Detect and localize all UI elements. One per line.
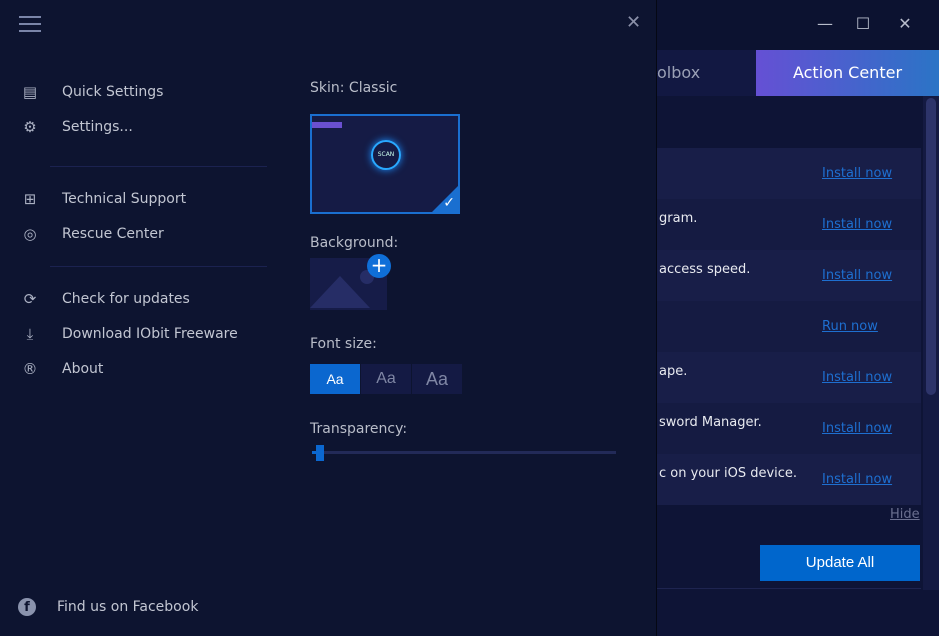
- row-action-link[interactable]: Install now: [822, 166, 892, 181]
- transparency-slider[interactable]: [312, 451, 616, 454]
- update-all-button[interactable]: Update All: [760, 545, 920, 581]
- row-action-link[interactable]: Install now: [822, 268, 892, 283]
- hamburger-menu-icon[interactable]: [19, 16, 41, 32]
- menu-item-download-freeware[interactable]: ⤓ Download IObit Freeware: [20, 322, 238, 346]
- menu-item-label: Quick Settings: [62, 84, 164, 100]
- close-menu-button[interactable]: ✕: [626, 12, 641, 33]
- facebook-link[interactable]: f Find us on Facebook: [18, 598, 198, 616]
- skin-label: Skin: Classic: [310, 80, 398, 96]
- divider: [50, 266, 267, 267]
- divider: [657, 588, 921, 589]
- action-row: gram. Install now: [657, 199, 921, 250]
- action-row: Run now: [657, 301, 921, 352]
- title-bar: — ☐ ✕: [657, 0, 939, 50]
- lifebuoy-icon: ◎: [23, 225, 37, 243]
- refresh-icon: ⟳: [23, 290, 37, 308]
- hide-link[interactable]: Hide: [890, 507, 920, 522]
- facebook-label: Find us on Facebook: [57, 599, 199, 615]
- menu-item-settings[interactable]: ⚙ Settings...: [20, 115, 133, 139]
- action-row: c on your iOS device. Install now: [657, 454, 921, 505]
- menu-item-quick-settings[interactable]: ▤ Quick Settings: [20, 80, 164, 104]
- menu-item-label: Rescue Center: [62, 226, 164, 242]
- font-size-small[interactable]: Aa: [310, 364, 360, 394]
- row-description: ape.: [659, 364, 688, 379]
- background-label: Background:: [310, 235, 399, 251]
- menu-item-label: Settings...: [62, 119, 133, 135]
- divider: [50, 166, 267, 167]
- action-row: Install now: [657, 148, 921, 199]
- row-description: gram.: [659, 211, 698, 226]
- action-row: ape. Install now: [657, 352, 921, 403]
- tab-bar: olbox Action Center: [657, 50, 939, 96]
- toggle-icon: ▤: [22, 83, 38, 101]
- thumbnail-tab: [312, 122, 342, 128]
- minimize-button[interactable]: —: [815, 14, 835, 34]
- facebook-icon: f: [18, 598, 36, 616]
- background-window: — ☐ ✕ olbox Action Center Install now gra…: [657, 0, 939, 636]
- main-menu-panel: ✕ ▤ Quick Settings ⚙ Settings... ⊞ Technica…: [0, 0, 657, 636]
- font-size-label: Font size:: [310, 336, 377, 352]
- menu-item-check-updates[interactable]: ⟳ Check for updates: [20, 287, 190, 311]
- download-icon: ⤓: [26, 325, 34, 343]
- font-size-medium[interactable]: Aa: [361, 364, 411, 394]
- menu-item-label: Technical Support: [62, 191, 187, 207]
- row-description: c on your iOS device.: [659, 466, 798, 481]
- row-action-link[interactable]: Run now: [822, 319, 878, 334]
- checkmark-icon: ✓: [443, 195, 455, 211]
- registered-icon: ®: [22, 360, 38, 378]
- scrollbar[interactable]: [923, 96, 939, 590]
- menu-item-label: Download IObit Freeware: [62, 326, 238, 342]
- close-window-button[interactable]: ✕: [895, 14, 915, 34]
- row-description: sword Manager.: [659, 415, 762, 430]
- maximize-button[interactable]: ☐: [853, 14, 873, 34]
- row-description: access speed.: [659, 262, 751, 277]
- gear-icon: ⚙: [23, 118, 37, 136]
- menu-item-label: Check for updates: [62, 291, 190, 307]
- row-action-link[interactable]: Install now: [822, 421, 892, 436]
- menu-item-rescue-center[interactable]: ◎ Rescue Center: [20, 222, 164, 246]
- scan-preview: SCAN: [371, 140, 401, 170]
- menu-item-technical-support[interactable]: ⊞ Technical Support: [20, 187, 186, 211]
- row-action-link[interactable]: Install now: [822, 472, 892, 487]
- tab-toolbox[interactable]: olbox: [657, 50, 700, 96]
- support-icon: ⊞: [23, 190, 37, 208]
- row-action-link[interactable]: Install now: [822, 217, 892, 232]
- action-row: sword Manager. Install now: [657, 403, 921, 454]
- add-background-button[interactable]: +: [367, 254, 391, 278]
- slider-handle[interactable]: [316, 445, 324, 461]
- menu-item-about[interactable]: ® About: [20, 357, 104, 381]
- menu-item-label: About: [62, 361, 104, 377]
- action-row: access speed. Install now: [657, 250, 921, 301]
- tab-action-center[interactable]: Action Center: [756, 50, 939, 96]
- scrollbar-thumb[interactable]: [926, 98, 936, 395]
- transparency-label: Transparency:: [310, 421, 408, 437]
- font-size-large[interactable]: Aa: [412, 364, 462, 394]
- row-action-link[interactable]: Install now: [822, 370, 892, 385]
- skin-thumbnail[interactable]: SCAN ✓: [310, 114, 460, 214]
